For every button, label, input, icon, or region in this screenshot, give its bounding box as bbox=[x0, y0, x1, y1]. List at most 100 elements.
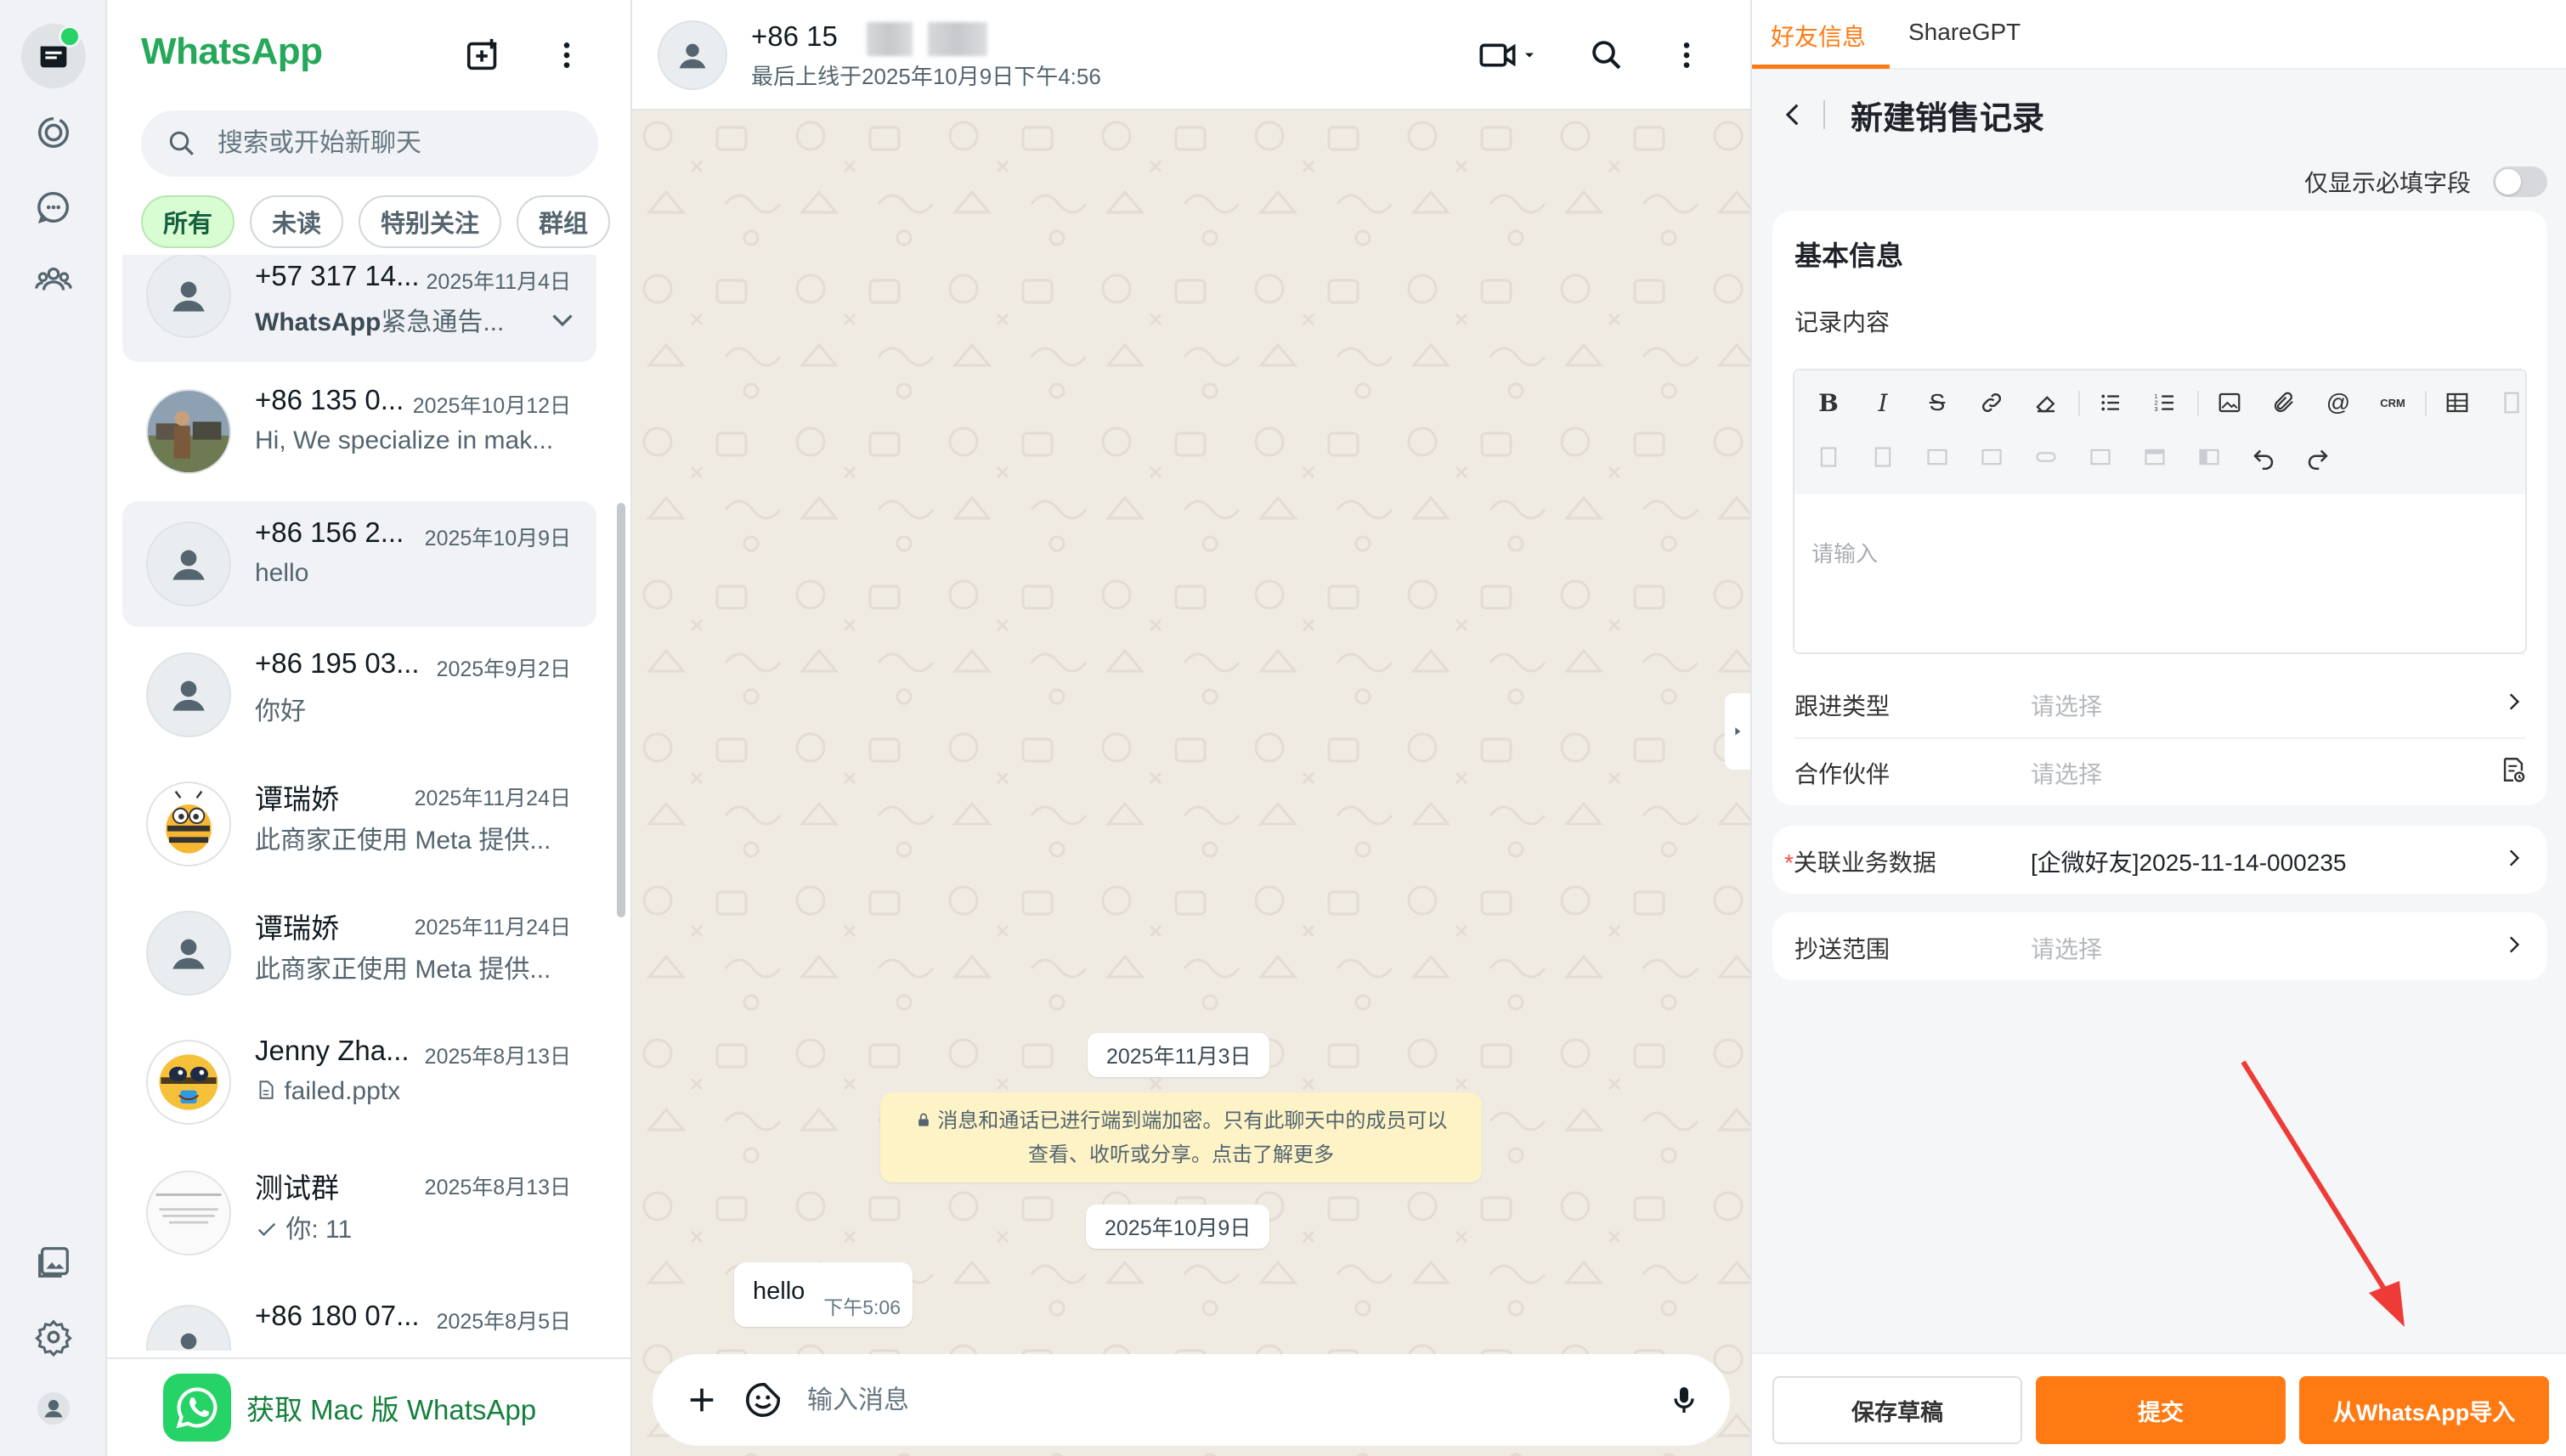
conversation-menu-button[interactable] bbox=[1665, 34, 1708, 76]
chat-row[interactable]: +57 317 14... 2025年11月4日 WhatsApp紧急通告... bbox=[122, 255, 596, 362]
sticker-button[interactable] bbox=[741, 1378, 785, 1422]
search-chat-button[interactable] bbox=[1585, 34, 1628, 76]
chat-row[interactable]: 测试群 2025年8月13日 你: 11 bbox=[122, 1150, 596, 1276]
avatar bbox=[146, 1040, 231, 1125]
chat-date: 2025年11月24日 bbox=[414, 787, 571, 810]
profile-nav-button[interactable] bbox=[21, 1376, 86, 1441]
required-only-toggle[interactable] bbox=[2493, 166, 2547, 197]
chat-date: 2025年9月2日 bbox=[436, 657, 571, 681]
settings-icon bbox=[35, 1319, 72, 1357]
media-nav-button[interactable] bbox=[21, 1230, 86, 1295]
chat-list-scrollbar[interactable] bbox=[617, 503, 625, 917]
import-from-whatsapp-button[interactable]: 从WhatsApp导入 bbox=[2299, 1376, 2549, 1444]
chats-nav-button[interactable] bbox=[21, 24, 86, 88]
channels-icon bbox=[37, 191, 69, 224]
nav-rail bbox=[0, 0, 107, 1456]
link-icon[interactable] bbox=[1973, 384, 2010, 421]
content-label: 记录内容 bbox=[1795, 309, 1891, 336]
get-mac-app-banner[interactable]: 获取 Mac 版 WhatsApp bbox=[107, 1357, 632, 1456]
preview-text: 你: 11 bbox=[285, 1216, 353, 1244]
numbered-list-icon[interactable]: 123 bbox=[2146, 384, 2184, 421]
chat-preview: 此商家正使用 Meta 提供... bbox=[255, 827, 551, 855]
caret-right-icon bbox=[1735, 727, 1741, 736]
bullet-list-icon[interactable] bbox=[2092, 384, 2129, 421]
chat-name: 谭瑞娇 bbox=[255, 783, 339, 815]
back-button[interactable] bbox=[1772, 93, 1815, 136]
save-draft-button[interactable]: 保存草稿 bbox=[1772, 1376, 2022, 1444]
undo-icon[interactable] bbox=[2245, 438, 2282, 476]
video-call-button[interactable] bbox=[1470, 34, 1546, 76]
follow-type-label: 跟进类型 bbox=[1795, 693, 1891, 720]
encryption-notice-line2: 查看、收听或分享。点击了解更多 bbox=[1028, 1143, 1334, 1166]
redo-icon[interactable] bbox=[2299, 438, 2337, 476]
profile-icon bbox=[37, 1391, 71, 1425]
filter-favorites[interactable]: 特别关注 bbox=[359, 195, 502, 248]
chat-row[interactable]: Jenny Zha... 2025年8月13日 failed.pptx bbox=[122, 1019, 596, 1145]
avatar bbox=[146, 911, 231, 996]
related-data-label-text: 关联业务数据 bbox=[1793, 849, 1936, 876]
attachment-icon[interactable] bbox=[2265, 384, 2303, 421]
list-menu-button[interactable] bbox=[545, 34, 588, 76]
table-icon[interactable] bbox=[2439, 384, 2476, 421]
follow-type-field[interactable]: 跟进类型 请选择 bbox=[1772, 669, 2547, 737]
eraser-icon[interactable] bbox=[2027, 384, 2065, 421]
voice-message-button[interactable] bbox=[1662, 1378, 1706, 1422]
contact-name[interactable]: +86 15 bbox=[751, 20, 838, 53]
chat-row[interactable]: +86 135 0... 2025年10月12日 Hi, We speciali… bbox=[122, 369, 596, 494]
new-chat-icon bbox=[466, 38, 497, 71]
chevron-down-icon[interactable] bbox=[547, 304, 578, 335]
search-input[interactable] bbox=[218, 129, 557, 158]
related-data-card[interactable]: *关联业务数据 [企微好友]2025-11-14-000235 bbox=[1772, 826, 2547, 894]
record-content-textarea[interactable] bbox=[1811, 537, 2508, 630]
last-seen-status: 最后上线于2025年10月9日下午4:56 bbox=[751, 64, 1101, 89]
cc-card[interactable]: 抄送范围 请选择 bbox=[1772, 912, 2547, 980]
date-separator: 2025年10月9日 bbox=[1086, 1205, 1270, 1249]
side-panel-toggle[interactable] bbox=[1725, 693, 1750, 770]
default-avatar-icon bbox=[172, 550, 205, 580]
submit-button[interactable]: 提交 bbox=[2036, 1376, 2286, 1444]
filter-groups[interactable]: 群组 bbox=[517, 195, 611, 248]
tab-sharegpt[interactable]: ShareGPT bbox=[1908, 19, 2021, 46]
chat-row[interactable]: +86 180 07... 2025年8月5日 bbox=[122, 1284, 596, 1351]
image-icon[interactable] bbox=[2211, 384, 2248, 421]
incoming-message[interactable]: hello 下午5:06 bbox=[734, 1262, 913, 1327]
chevron-right-icon bbox=[2496, 685, 2530, 719]
new-chat-button[interactable] bbox=[462, 34, 505, 76]
group-doc-avatar-image bbox=[148, 1172, 229, 1254]
related-data-field[interactable]: *关联业务数据 [企微好友]2025-11-14-000235 bbox=[1772, 826, 2547, 894]
message-input[interactable] bbox=[807, 1380, 1572, 1422]
merge-cells-icon bbox=[2027, 438, 2065, 476]
partner-picker-icon[interactable] bbox=[2496, 753, 2530, 787]
bold-icon[interactable]: B bbox=[1810, 384, 1847, 421]
cc-field[interactable]: 抄送范围 请选择 bbox=[1772, 912, 2547, 980]
communities-nav-button[interactable] bbox=[21, 248, 86, 313]
chevron-right-icon bbox=[2496, 928, 2530, 962]
encryption-notice[interactable]: 消息和通话已进行端到端加密。只有此聊天中的成员可以 查看、收听或分享。点击了解更… bbox=[880, 1092, 1482, 1182]
filter-unread[interactable]: 未读 bbox=[250, 195, 344, 248]
mention-icon[interactable]: @ bbox=[2320, 384, 2357, 421]
filter-all[interactable]: 所有 bbox=[141, 195, 235, 248]
avatar bbox=[146, 1171, 231, 1256]
channels-nav-button[interactable] bbox=[21, 175, 86, 240]
partner-field[interactable]: 合作伙伴 请选择 bbox=[1772, 737, 2547, 805]
lock-icon bbox=[918, 1113, 929, 1126]
strikethrough-icon[interactable]: S bbox=[1919, 384, 1956, 421]
chat-date: 2025年8月13日 bbox=[424, 1045, 571, 1069]
tab-friend-info[interactable]: 好友信息 bbox=[1771, 19, 1866, 53]
partner-value: 请选择 bbox=[2031, 761, 2103, 787]
crm-insert-icon[interactable]: CRM bbox=[2374, 384, 2411, 421]
chat-row[interactable]: +86 195 03... 2025年9月2日 你好 bbox=[122, 632, 596, 758]
search-bar[interactable] bbox=[141, 110, 598, 177]
status-nav-button[interactable] bbox=[21, 100, 86, 165]
default-avatar-icon bbox=[180, 1333, 197, 1350]
chat-row[interactable]: 谭瑞娇 2025年11月24日 此商家正使用 Meta 提供... bbox=[122, 890, 596, 1016]
chat-row[interactable]: 谭瑞娇 2025年11月24日 此商家正使用 Meta 提供... bbox=[122, 761, 596, 887]
attach-button[interactable] bbox=[680, 1378, 724, 1422]
contact-avatar[interactable] bbox=[658, 20, 727, 90]
default-avatar-icon bbox=[172, 939, 205, 969]
related-data-label: *关联业务数据 bbox=[1784, 844, 1936, 878]
check-icon bbox=[257, 1222, 276, 1237]
chat-row[interactable]: +86 156 2... 2025年10月9日 hello bbox=[122, 501, 596, 627]
settings-nav-button[interactable] bbox=[21, 1305, 86, 1369]
italic-icon[interactable]: I bbox=[1864, 384, 1902, 421]
